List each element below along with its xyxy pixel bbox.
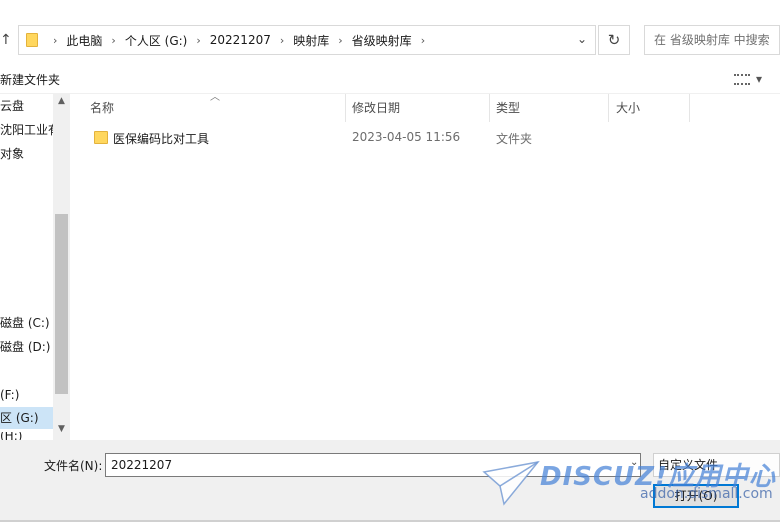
nav-item[interactable]: (F:) [0, 384, 53, 406]
breadcrumb-item[interactable]: 20221207 [210, 33, 271, 47]
chevron-right-icon[interactable]: › [338, 34, 342, 47]
new-folder-button[interactable]: 新建文件夹 [0, 71, 60, 88]
refresh-icon: ↻ [607, 31, 621, 49]
scroll-down-icon[interactable]: ▼ [53, 424, 70, 440]
refresh-button[interactable]: ↻ [598, 25, 630, 55]
column-divider[interactable] [608, 94, 609, 122]
column-header-name[interactable]: 名称 [90, 94, 114, 122]
column-header-type[interactable]: 类型 [496, 94, 520, 122]
filename-label: 文件名(N): [44, 459, 103, 473]
column-divider[interactable] [689, 94, 690, 122]
column-divider[interactable] [345, 94, 346, 122]
file-name: 医保编码比对工具 [113, 132, 210, 146]
nav-scrollbar[interactable]: ▲ ▼ [53, 94, 70, 440]
chevron-right-icon[interactable]: › [53, 34, 57, 47]
nav-item-selected[interactable]: 区 (G:) [0, 407, 53, 429]
file-type: 文件夹 [496, 132, 533, 146]
column-header-modified[interactable]: 修改日期 [352, 94, 400, 122]
breadcrumb-item[interactable]: 此电脑 [66, 32, 102, 49]
nav-item[interactable]: 磁盘 (D:) [0, 336, 53, 358]
nav-item[interactable]: 沈阳工业有限 [0, 119, 53, 141]
breadcrumb: › 此电脑 › 个人区 (G:) › 20221207 › 映射库 › 省级映射… [44, 32, 434, 49]
address-bar[interactable]: › 此电脑 › 个人区 (G:) › 20221207 › 映射库 › 省级映射… [18, 25, 596, 55]
breadcrumb-item[interactable]: 映射库 [293, 32, 329, 49]
chevron-right-icon[interactable]: › [111, 34, 115, 47]
filename-input[interactable]: 20221207 [105, 453, 641, 477]
column-divider[interactable] [489, 94, 490, 122]
scroll-thumb[interactable] [55, 214, 68, 394]
caret-down-icon: ▾ [756, 72, 763, 86]
column-header-size[interactable]: 大小 [616, 94, 640, 122]
view-options-icon [734, 73, 750, 85]
dialog-footer: 文件名(N): 20221207 ⌄ 自定义文件 打开(O) [0, 440, 780, 522]
chevron-right-icon[interactable]: › [280, 34, 284, 47]
nav-item[interactable]: 对象 [0, 143, 53, 165]
navigation-pane: 云盘 沈阳工业有限 对象 磁盘 (C:) 磁盘 (D:) (F:) 区 (G:)… [0, 94, 70, 440]
file-type-filter[interactable]: 自定义文件 [653, 453, 780, 477]
folder-icon [94, 131, 108, 144]
search-input[interactable]: 在 省级映射库 中搜索 [644, 25, 780, 55]
breadcrumb-item[interactable]: 省级映射库 [352, 32, 412, 49]
file-list: ︿ 名称 修改日期 类型 大小 医保编码比对工具 2023-04-05 11:5… [73, 92, 780, 440]
toolbar: 新建文件夹 ▾ [0, 64, 780, 94]
file-modified: 2023-04-05 11:56 [352, 130, 461, 144]
open-button[interactable]: 打开(O) [653, 484, 739, 508]
chevron-down-icon[interactable]: ⌄ [577, 32, 587, 46]
view-options-button[interactable]: ▾ [734, 70, 774, 88]
breadcrumb-item[interactable]: 个人区 (G:) [125, 32, 188, 49]
chevron-right-icon[interactable]: › [421, 34, 425, 47]
nav-item[interactable]: 云盘 [0, 95, 53, 117]
chevron-right-icon[interactable]: › [196, 34, 200, 47]
file-row[interactable]: 医保编码比对工具 2023-04-05 11:56 文件夹 [73, 127, 780, 149]
chevron-down-icon[interactable]: ⌄ [630, 457, 638, 468]
scroll-up-icon[interactable]: ▲ [53, 96, 70, 112]
nav-item[interactable]: 磁盘 (C:) [0, 312, 53, 334]
folder-icon [26, 33, 38, 47]
nav-item[interactable]: (H:) [0, 432, 53, 440]
arrow-up-icon[interactable]: ↑ [0, 30, 14, 50]
sort-ascending-icon: ︿ [210, 92, 220, 103]
address-row: ↑ › 此电脑 › 个人区 (G:) › 20221207 › 映射库 › 省级… [0, 0, 780, 64]
